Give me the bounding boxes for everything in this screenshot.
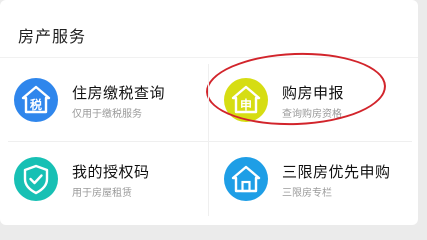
- tile-subtitle: 三限房专栏: [282, 188, 332, 199]
- tile-my-auth-code[interactable]: 我的授权码 用于房屋租赁: [14, 157, 204, 203]
- tile-subtitle: 仅用于缴税服务: [72, 109, 142, 120]
- home-icon: [224, 157, 268, 201]
- shield-check-icon: [14, 157, 58, 201]
- section-title: 房产服务: [18, 27, 87, 46]
- svg-text:税: 税: [30, 97, 42, 112]
- tile-title: 三限房优先申购: [282, 163, 391, 181]
- tile-title: 我的授权码: [72, 163, 150, 181]
- tile-subtitle: 用于房屋租赁: [72, 188, 132, 199]
- house-services-card: 房产服务 税 住房缴税查询 仅用于缴税服务 申 购房申报 查询购房资格 我的授权…: [0, 0, 418, 225]
- divider: [8, 141, 412, 142]
- divider: [208, 64, 209, 216]
- tax-house-icon: 税: [14, 78, 58, 122]
- tile-housing-tax-query[interactable]: 税 住房缴税查询 仅用于缴税服务: [14, 78, 204, 124]
- divider: [0, 57, 418, 58]
- tile-three-limit-housing[interactable]: 三限房优先申购 三限房专栏: [224, 157, 414, 203]
- tile-title: 住房缴税查询: [72, 84, 166, 102]
